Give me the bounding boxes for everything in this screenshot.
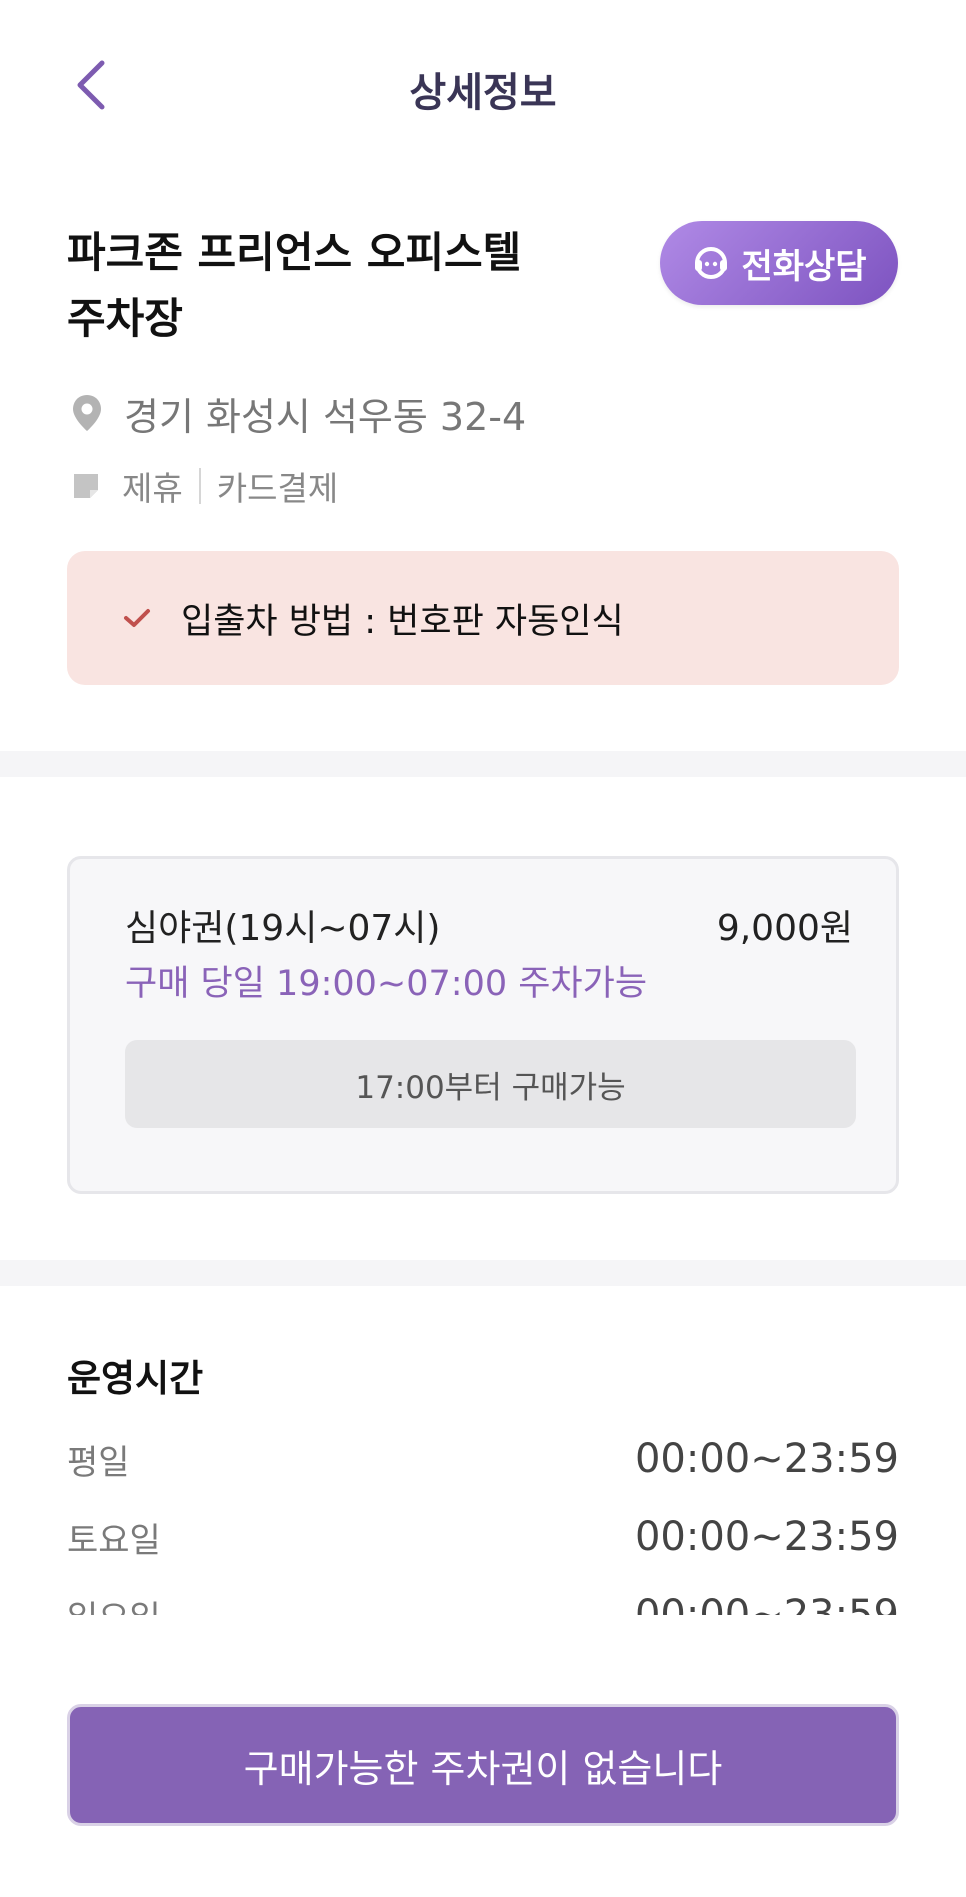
parking-lot-name-line1: 파크존 프리언스 오피스텔 [67,228,522,277]
header: 상세정보 [0,0,966,170]
hours-time: 00:00~23:59 [634,1514,899,1560]
section-divider [0,751,966,777]
hours-day: 평일 [67,1442,130,1483]
hours-time: 00:00~23:59 [634,1592,899,1615]
tag-card-payment: 카드결제 [216,469,339,508]
ticket-card: 심야권(19시~07시) 9,000원 구매 당일 19:00~07:00 주차… [67,856,899,1194]
hours-time: 00:00~23:59 [634,1436,899,1482]
tag-partnership: 제휴 [122,469,183,508]
hours-row-sunday: 일요일 00:00~23:59 [67,1576,899,1615]
hours-row-saturday: 토요일 00:00~23:59 [67,1498,899,1576]
page-title: 상세정보 [409,70,557,116]
check-icon [124,609,150,627]
headset-icon [691,243,731,283]
purchase-availability-button[interactable]: 17:00부터 구매가능 [125,1040,856,1128]
tag-separator [198,468,201,504]
operating-hours-list: 평일 00:00~23:59 토요일 00:00~23:59 일요일 00:00… [67,1420,899,1615]
purchase-button[interactable]: 구매가능한 주차권이 없습니다 [67,1704,899,1826]
note-icon [74,474,98,498]
hours-row-weekday: 평일 00:00~23:59 [67,1420,899,1498]
parking-lot-name: 파크존 프리언스 오피스텔 주차장 [67,220,587,352]
entry-method-notice: 입출차 방법 : 번호판 자동인식 [67,551,899,685]
tags-row: 제휴 카드결제 [70,462,338,510]
entry-method-text: 입출차 방법 : 번호판 자동인식 [181,601,624,642]
phone-consult-label: 전화상담 [741,246,867,287]
address-text: 경기 화성시 석우동 32-4 [124,394,527,439]
ticket-description: 구매 당일 19:00~07:00 주차가능 [125,964,648,1004]
ticket-name: 심야권(19시~07시) [125,908,441,949]
section-divider [0,1260,966,1286]
address-row: 경기 화성시 석우동 32-4 [70,388,527,439]
parking-lot-name-line2: 주차장 [67,294,183,343]
phone-consult-button[interactable]: 전화상담 [660,221,898,305]
ticket-price: 9,000원 [716,908,853,949]
location-pin-icon [73,395,101,431]
operating-hours-title: 운영시간 [67,1357,204,1400]
hours-day: 토요일 [67,1520,161,1561]
hours-day: 일요일 [67,1591,161,1616]
